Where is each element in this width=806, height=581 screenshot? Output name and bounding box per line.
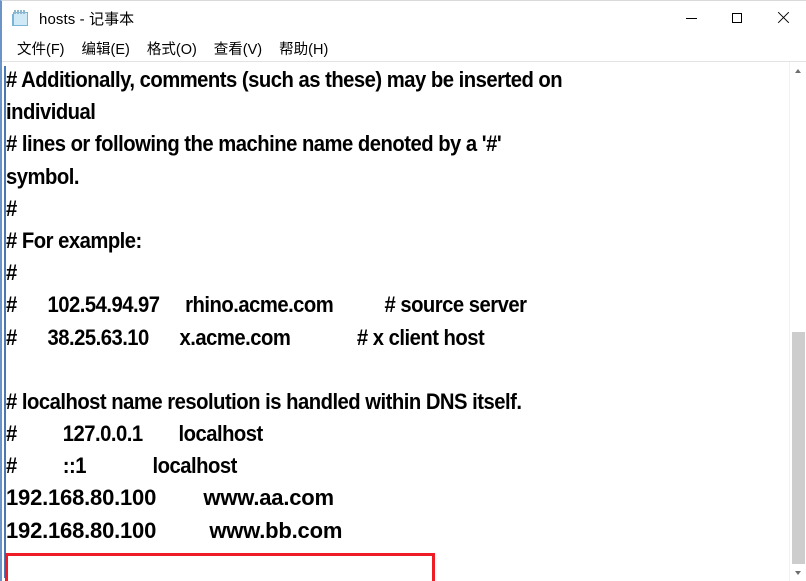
editor-line: # Additionally, comments (such as these)… <box>6 67 563 92</box>
minimize-button[interactable] <box>668 1 714 35</box>
editor-line: # 102.54.94.97 rhino.acme.com # source s… <box>6 292 527 318</box>
maximize-icon <box>732 13 742 23</box>
text-editor[interactable]: # Additionally, comments (such as these)… <box>2 62 789 581</box>
menu-item-file[interactable]: 文件(F) <box>9 36 74 61</box>
editor-line: # lines or following the machine name de… <box>6 131 502 157</box>
window-title: hosts - 记事本 <box>39 10 135 28</box>
highlight-annotation-box <box>5 553 435 581</box>
editor-line-blank <box>6 354 726 386</box>
editor-line: # For example: <box>6 227 142 253</box>
editor-line-host-entry: 192.168.80.100 www.aa.com <box>6 485 334 511</box>
vertical-scrollbar[interactable] <box>789 62 806 581</box>
menu-item-format[interactable]: 格式(O) <box>139 36 206 61</box>
editor-line: # <box>6 260 17 286</box>
editor-line: # 38.25.63.10 x.acme.com # x client host <box>6 324 485 350</box>
editor-line: # localhost name resolution is handled w… <box>6 388 522 414</box>
title-bar[interactable]: hosts - 记事本 <box>2 1 806 35</box>
editor-line: # <box>6 195 17 221</box>
editor-line: # ::1 localhost <box>6 453 237 479</box>
minimize-icon <box>685 17 697 19</box>
editor-line-host-entry: 192.168.80.100 www.bb.com <box>6 517 343 543</box>
editor-line: individual <box>6 99 96 125</box>
maximize-button[interactable] <box>714 1 760 35</box>
notepad-icon <box>12 9 30 27</box>
close-icon <box>777 12 789 24</box>
editor-area: # Additionally, comments (such as these)… <box>2 62 806 581</box>
notepad-window: hosts - 记事本 文件(F) 编辑(E) 格式(O) 查看(V) 帮助(H… <box>0 0 806 581</box>
menu-item-help[interactable]: 帮助(H) <box>271 36 337 61</box>
scrollbar-thumb[interactable] <box>792 332 805 577</box>
menu-item-view[interactable]: 查看(V) <box>206 36 271 61</box>
editor-line: # 127.0.0.1 localhost <box>6 421 263 447</box>
scroll-down-arrow-icon[interactable] <box>790 564 806 581</box>
menu-bar: 文件(F) 编辑(E) 格式(O) 查看(V) 帮助(H) <box>2 35 806 62</box>
editor-line: symbol. <box>6 163 79 189</box>
menu-item-edit[interactable]: 编辑(E) <box>74 36 139 61</box>
scroll-up-arrow-icon[interactable] <box>790 62 806 79</box>
close-button[interactable] <box>760 1 806 35</box>
window-controls <box>668 1 806 35</box>
